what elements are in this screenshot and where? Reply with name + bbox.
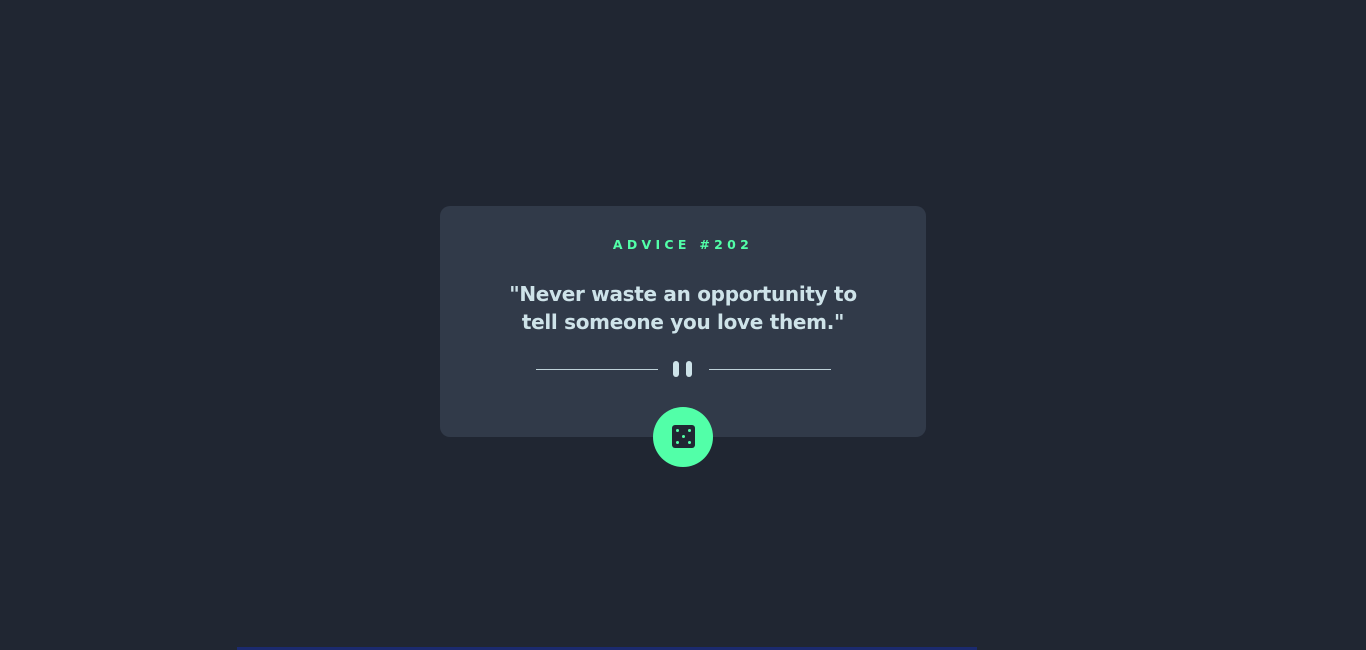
page: ADVICE #202 "Never waste an opportunity … bbox=[0, 0, 1366, 650]
pattern-divider bbox=[536, 360, 831, 378]
divider-line-left bbox=[536, 369, 658, 370]
divider-line-right bbox=[709, 369, 831, 370]
dice-icon bbox=[672, 425, 695, 448]
advice-number: ADVICE #202 bbox=[612, 237, 754, 252]
advice-card: ADVICE #202 "Never waste an opportunity … bbox=[440, 206, 926, 437]
advice-quote: "Never waste an opportunity to tell some… bbox=[509, 282, 857, 334]
pause-icon bbox=[673, 361, 694, 377]
new-advice-button[interactable] bbox=[653, 407, 713, 467]
